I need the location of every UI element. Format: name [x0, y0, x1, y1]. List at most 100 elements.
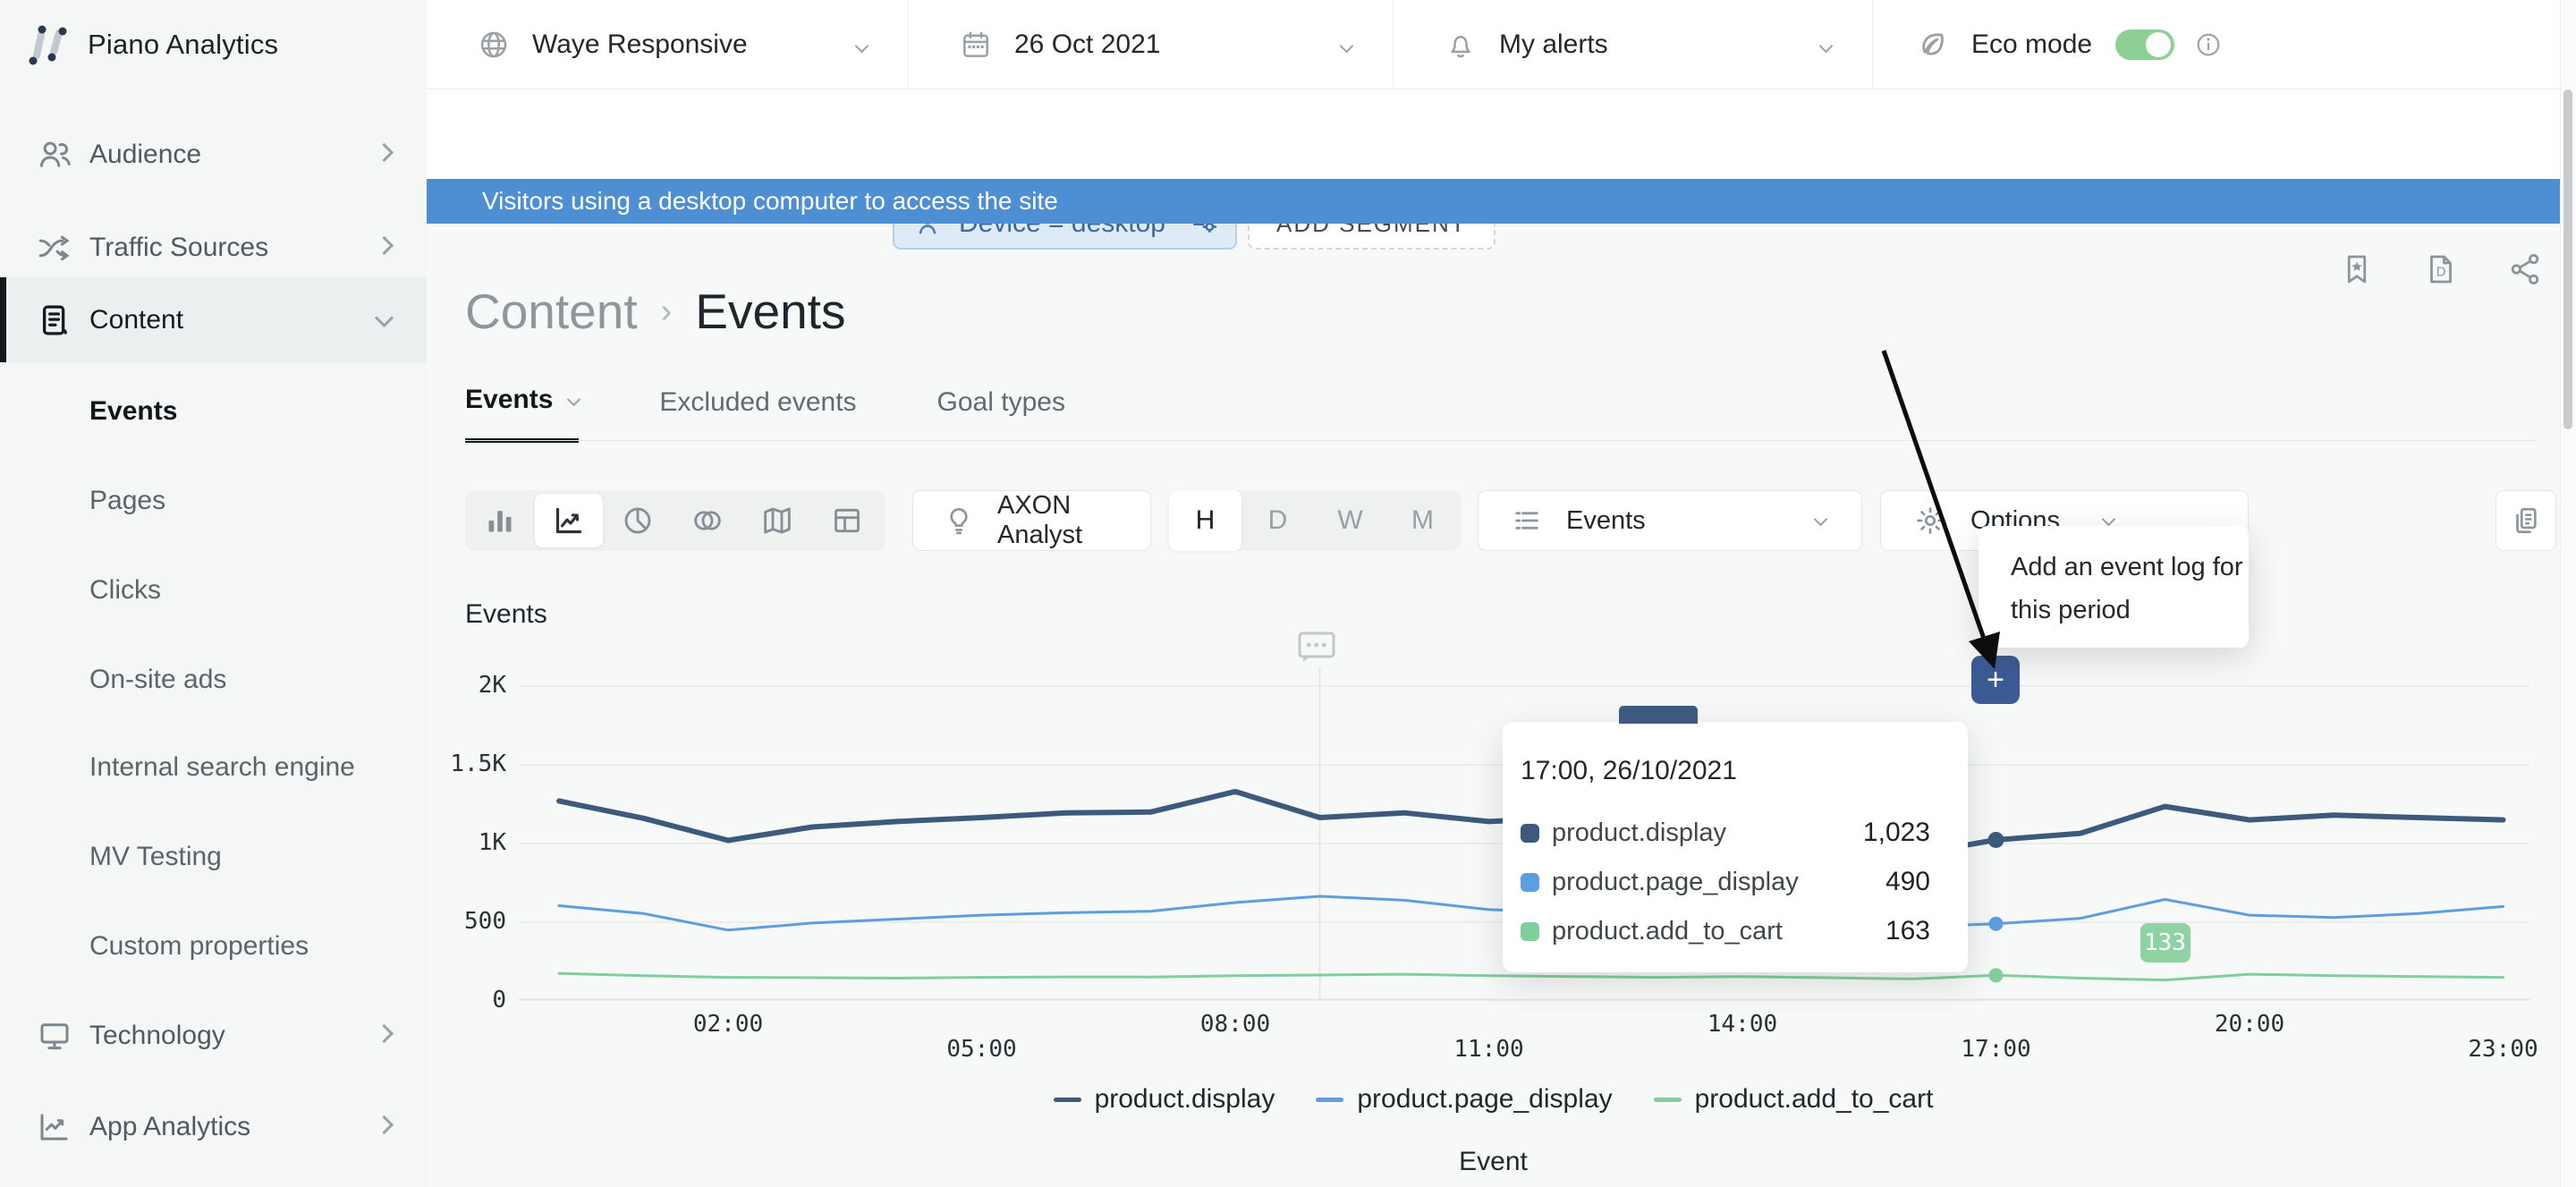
tab-events[interactable]: Events	[465, 385, 579, 443]
sidebar-item-traffic-sources[interactable]: Traffic Sources	[0, 218, 427, 277]
sidebar-item-content[interactable]: Content	[0, 277, 427, 362]
header-actions: D	[2338, 250, 2544, 288]
piano-logo-icon	[25, 21, 72, 68]
comment-bubble-icon[interactable]	[1296, 630, 1337, 666]
y-axis-tick: 0	[429, 987, 506, 1013]
sidebar-item-label: Technology	[89, 1021, 225, 1051]
brand-name: Piano Analytics	[88, 29, 278, 61]
brand[interactable]: Piano Analytics	[0, 0, 427, 89]
period-month-button[interactable]: M	[1386, 490, 1459, 551]
tab-goal-types[interactable]: Goal types	[937, 387, 1065, 441]
tab-label: Excluded events	[659, 387, 856, 417]
sidebar-item-events[interactable]: Events	[0, 382, 427, 441]
segment-bar: Device = desktop ADD SEGMENT	[427, 89, 2576, 179]
breadcrumb-separator: ›	[661, 293, 673, 331]
sidebar-item-custom-properties[interactable]: Custom properties	[0, 917, 427, 976]
sidebar-item-label: Custom properties	[89, 931, 309, 962]
legend-dash	[1054, 1098, 1081, 1102]
site-selector-label: Waye Responsive	[532, 30, 748, 60]
axon-analyst-button[interactable]: AXON Analyst	[912, 490, 1151, 551]
segment-description-text: Visitors using a desktop computer to acc…	[482, 187, 1058, 216]
hover-dot-product.add_to_cart	[1989, 968, 2004, 982]
legend-item-product-display[interactable]: product.display	[1054, 1084, 1275, 1115]
y-axis-tick: 1.5K	[429, 750, 506, 777]
copy-chart-button[interactable]	[2496, 490, 2556, 551]
popover-text-line1: Add an event log for	[2011, 546, 2249, 589]
leaf-icon	[1914, 27, 1950, 63]
eco-mode-label: Eco mode	[1971, 30, 2092, 60]
series-swatch	[1521, 922, 1539, 941]
plus-icon: +	[1987, 663, 2004, 698]
period-week-button[interactable]: W	[1314, 490, 1386, 551]
line-chart-type-button[interactable]	[535, 494, 603, 547]
sidebar-item-label: Audience	[89, 140, 201, 170]
series-line-product.add_to_cart	[559, 973, 2504, 979]
date-selector[interactable]: 26 Oct 2021	[909, 0, 1394, 89]
shuffle-icon	[34, 227, 75, 268]
hover-dot-product.page_display	[1989, 917, 2004, 931]
sidebar-item-label: Events	[89, 396, 177, 427]
x-axis-tick: 23:00	[2441, 1036, 2566, 1063]
chart-legend: product.display product.page_display pro…	[427, 1084, 2560, 1115]
x-axis-tick: 17:00	[1934, 1036, 2059, 1063]
y-axis-tick: 500	[429, 908, 506, 935]
venn-chart-type-button[interactable]	[673, 490, 742, 551]
pie-chart-type-button[interactable]	[603, 490, 673, 551]
topbar-right: Eco mode	[1873, 0, 2576, 89]
bookmark-icon[interactable]	[2338, 250, 2376, 288]
table-chart-type-button[interactable]	[812, 490, 882, 551]
page-scrollbar[interactable]	[2560, 0, 2576, 1187]
lightbulb-icon	[942, 504, 976, 538]
share-icon[interactable]	[2506, 250, 2544, 288]
sidebar-item-label: On-site ads	[89, 665, 226, 695]
sidebar-item-audience[interactable]: Audience	[0, 125, 427, 184]
line-chart-icon	[34, 1106, 75, 1148]
alerts-selector[interactable]: My alerts	[1394, 0, 1873, 89]
period-day-button[interactable]: D	[1241, 490, 1314, 551]
sidebar-item-technology[interactable]: Technology	[0, 1006, 427, 1065]
bar-chart-type-button[interactable]	[465, 490, 535, 551]
gear-icon	[1913, 504, 1947, 538]
tooltip-row-value: 1,023	[1863, 818, 1930, 848]
sidebar-item-label: Traffic Sources	[89, 233, 268, 263]
saved-report-icon[interactable]: D	[2422, 250, 2460, 288]
tab-bar: Events Excluded events Goal types	[465, 385, 1146, 443]
sidebar-item-mv-testing[interactable]: MV Testing	[0, 827, 427, 886]
tooltip-row-value: 490	[1885, 867, 1930, 897]
tab-excluded-events[interactable]: Excluded events	[659, 387, 856, 441]
sidebar-item-app-analytics[interactable]: App Analytics	[0, 1098, 427, 1157]
data-point-badge: 133	[2140, 923, 2190, 962]
sidebar-item-label: MV Testing	[89, 842, 222, 872]
sidebar: Piano Analytics Audience Traffic Sources	[0, 0, 427, 1187]
period-hour-button[interactable]: H	[1169, 490, 1241, 551]
page-title: Events	[695, 283, 845, 340]
tooltip-title: 17:00, 26/10/2021	[1521, 756, 1737, 786]
axon-analyst-label: AXON Analyst	[997, 491, 1150, 550]
sidebar-item-label: Clicks	[89, 575, 161, 606]
legend-item-product-page-display[interactable]: product.page_display	[1316, 1084, 1612, 1115]
tooltip-row-label: product.display	[1552, 818, 1726, 848]
tab-label: Events	[465, 385, 553, 414]
sidebar-item-pages[interactable]: Pages	[0, 471, 427, 530]
eco-mode-toggle[interactable]	[2115, 30, 2174, 60]
events-dropdown[interactable]: Events	[1478, 490, 1862, 551]
info-icon[interactable]	[2194, 30, 2223, 59]
tooltip-period-handle	[1619, 706, 1698, 724]
site-selector[interactable]: Waye Responsive	[427, 0, 909, 89]
legend-item-product-add-to-cart[interactable]: product.add_to_cart	[1654, 1084, 1934, 1115]
chevron-right-icon	[377, 1118, 391, 1136]
x-axis-tick: 20:00	[2187, 1011, 2312, 1038]
tooltip-row: product.page_display 490	[1521, 867, 1950, 897]
sidebar-item-on-site-ads[interactable]: On-site ads	[0, 650, 427, 709]
add-event-log-button[interactable]: +	[1971, 656, 2020, 704]
scrollbar-thumb[interactable]	[2563, 89, 2572, 429]
sidebar-item-clicks[interactable]: Clicks	[0, 561, 427, 620]
breadcrumb-section[interactable]: Content	[465, 283, 638, 340]
x-axis-tick: 08:00	[1173, 1011, 1298, 1038]
map-chart-type-button[interactable]	[742, 490, 812, 551]
tooltip-row-label: product.add_to_cart	[1552, 917, 1783, 946]
sidebar-item-internal-search-engine[interactable]: Internal search engine	[0, 738, 427, 797]
chevron-down-icon	[1816, 513, 1826, 529]
tooltip-row: product.display 1,023	[1521, 818, 1950, 848]
copy-icon	[2509, 504, 2543, 538]
